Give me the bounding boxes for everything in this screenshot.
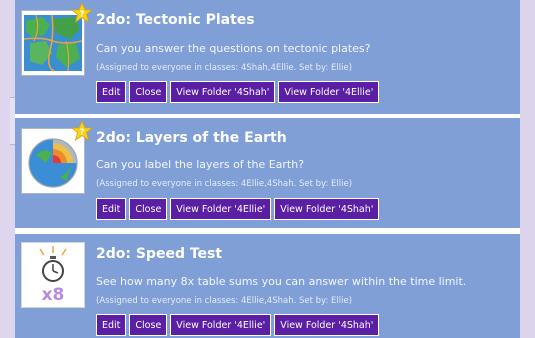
assignment-details: (Assigned to everyone in classes: 4Ellie… (96, 296, 353, 306)
assignment-title[interactable]: 2do: Tectonic Plates (96, 12, 255, 28)
edit-button[interactable]: Edit (96, 314, 127, 336)
assignment-card: ? 2do: Layers of the Earth Can you label… (15, 118, 520, 228)
view-folder-4ellie-button[interactable]: View Folder '4Ellie' (170, 314, 272, 336)
left-edge (0, 0, 15, 338)
star-icon: ? (71, 2, 93, 24)
view-folder-4ellie-button[interactable]: View Folder '4Ellie' (278, 81, 380, 103)
star-icon: ? (71, 120, 93, 142)
assignment-card: ? 2do: Tectonic Plates Can you answer th… (15, 0, 520, 114)
svg-text:?: ? (80, 10, 85, 19)
assignment-details: (Assigned to everyone in classes: 4Ellie… (96, 179, 353, 189)
assignment-card: x8 2do: Speed Test See how many 8x table… (15, 234, 520, 338)
view-folder-4ellie-button[interactable]: View Folder '4Ellie' (170, 198, 272, 220)
assignment-title[interactable]: 2do: Layers of the Earth (96, 130, 287, 146)
button-row: Edit Close View Folder '4Ellie' View Fol… (96, 198, 380, 220)
close-button[interactable]: Close (129, 198, 168, 220)
svg-text:x8: x8 (42, 285, 65, 305)
stopwatch-x8-icon[interactable]: x8 (21, 242, 85, 308)
assignment-description: Can you label the layers of the Earth? (96, 158, 305, 171)
close-button[interactable]: Close (129, 81, 168, 103)
edit-button[interactable]: Edit (96, 198, 127, 220)
assignment-title[interactable]: 2do: Speed Test (96, 246, 222, 262)
earth-layers-icon[interactable]: ? (21, 120, 93, 194)
assignment-description: Can you answer the questions on tectonic… (96, 42, 371, 55)
edit-button[interactable]: Edit (96, 81, 127, 103)
assignment-description: See how many 8x table sums you can answe… (96, 275, 467, 288)
view-folder-4shah-button[interactable]: View Folder '4Shah' (170, 81, 276, 103)
assignment-details: (Assigned to everyone in classes: 4Shah,… (96, 63, 353, 73)
button-row: Edit Close View Folder '4Shah' View Fold… (96, 81, 380, 103)
tectonic-map-icon[interactable]: ? (21, 2, 93, 76)
view-folder-4shah-button[interactable]: View Folder '4Shah' (274, 314, 380, 336)
view-folder-4shah-button[interactable]: View Folder '4Shah' (274, 198, 380, 220)
close-button[interactable]: Close (129, 314, 168, 336)
svg-text:?: ? (80, 128, 85, 137)
button-row: Edit Close View Folder '4Ellie' View Fol… (96, 314, 380, 336)
right-edge (520, 0, 535, 338)
